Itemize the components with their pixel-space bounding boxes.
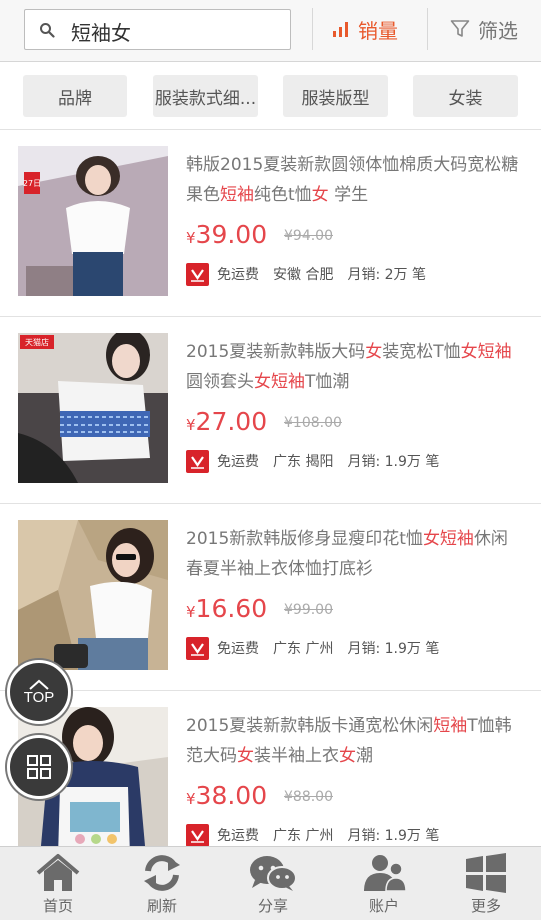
sort-by-sales-button[interactable]: 销量 — [332, 14, 398, 44]
filter-button[interactable]: 筛选 — [450, 14, 518, 44]
chip-fit[interactable]: 服装版型 — [283, 75, 388, 117]
home-icon — [36, 854, 80, 891]
nav-refresh-label: 刷新 — [146, 897, 177, 915]
product-meta: 免运费 安徽 合肥 月销: 2万 笔 — [186, 262, 426, 286]
product-price: ¥27.00 — [186, 407, 268, 436]
search-input[interactable]: 短袖女 — [24, 9, 291, 50]
product-image: 27日 — [18, 146, 168, 296]
monthly-sales: 月销: 2万 笔 — [347, 267, 426, 283]
funnel-icon — [450, 20, 470, 37]
search-query: 短袖女 — [71, 21, 131, 45]
product-meta: 免运费 广东 揭阳 月销: 1.9万 笔 — [186, 449, 439, 473]
product-title[interactable]: 2015夏装新款韩版卡通宽松休闲短袖T恤韩范大码女装半袖上衣女潮 — [186, 711, 522, 771]
product-item[interactable]: 27日 韩版2015夏装新款圆领体恤棉质大码宽松糖果色短袖纯色t恤女 学生 ¥3… — [0, 130, 541, 317]
location: 广东 广州 — [273, 641, 334, 657]
bar-chart-icon — [333, 22, 348, 37]
category-chips: 品牌 服装款式细... 服装版型 女装 — [0, 62, 541, 130]
chip-brand[interactable]: 品牌 — [23, 75, 127, 117]
shop-logo-icon — [186, 262, 209, 286]
top-label: TOP — [23, 688, 55, 706]
search-icon — [40, 23, 55, 38]
location: 安徽 合肥 — [273, 267, 334, 283]
original-price: ¥99.00 — [284, 602, 333, 618]
shipping-label: 免运费 — [217, 828, 259, 844]
nav-home-label: 首页 — [42, 897, 73, 915]
image-badge: 27日 — [23, 179, 41, 188]
nav-home[interactable]: 首页 — [18, 853, 98, 919]
product-image: 天猫店 — [18, 333, 168, 483]
shop-logo-icon — [186, 823, 209, 847]
product-title[interactable]: 韩版2015夏装新款圆领体恤棉质大码宽松糖果色短袖纯色t恤女 学生 — [186, 150, 522, 210]
nav-more-label: 更多 — [470, 897, 501, 915]
product-price: ¥39.00 — [186, 220, 268, 249]
divider — [427, 8, 428, 50]
location: 广东 揭阳 — [273, 454, 334, 470]
location: 广东 广州 — [273, 828, 334, 844]
nav-refresh[interactable]: 刷新 — [122, 853, 202, 919]
product-meta: 免运费 广东 广州 月销: 1.9万 笔 — [186, 636, 439, 660]
shop-logo-icon — [186, 449, 209, 473]
nav-account[interactable]: 账户 — [344, 853, 424, 919]
filter-label: 筛选 — [478, 18, 518, 43]
nav-more[interactable]: 更多 — [446, 853, 526, 919]
product-title[interactable]: 2015夏装新款韩版大码女装宽松T恤女短袖圆领套头女短袖T恤潮 — [186, 337, 522, 397]
shop-logo-icon — [186, 636, 209, 660]
product-image — [18, 520, 168, 670]
page: 短袖女 销量 筛选 品牌 服装款式细... 服装版型 女装 27日 韩版2015… — [0, 0, 541, 920]
product-meta: 免运费 广东 广州 月销: 1.9万 笔 — [186, 823, 439, 847]
original-price: ¥94.00 — [284, 228, 333, 244]
monthly-sales: 月销: 1.9万 笔 — [347, 828, 440, 844]
nav-share-label: 分享 — [257, 897, 288, 915]
nav-account-label: 账户 — [368, 897, 399, 915]
user-group-icon — [364, 855, 407, 892]
monthly-sales: 月销: 1.9万 笔 — [347, 641, 440, 657]
back-to-top-button[interactable]: TOP — [7, 660, 71, 724]
chip-womenswear[interactable]: 女装 — [413, 75, 518, 117]
product-item[interactable]: 2015新款韩版修身显瘦印花t恤女短袖休闲春夏半袖上衣体恤打底衫 ¥16.60 … — [0, 504, 541, 691]
original-price: ¥88.00 — [284, 789, 333, 805]
wechat-icon — [250, 856, 297, 891]
grid-view-button[interactable] — [7, 735, 71, 799]
original-price: ¥108.00 — [284, 415, 342, 431]
product-title[interactable]: 2015新款韩版修身显瘦印花t恤女短袖休闲春夏半袖上衣体恤打底衫 — [186, 524, 522, 584]
windows-icon — [466, 853, 506, 893]
nav-share[interactable]: 分享 — [233, 853, 313, 919]
shipping-label: 免运费 — [217, 267, 259, 283]
product-price: ¥16.60 — [186, 594, 268, 623]
shipping-label: 免运费 — [217, 641, 259, 657]
refresh-icon — [144, 855, 180, 891]
bottom-navigation: 首页 刷新 分享 账户 更多 — [0, 846, 541, 920]
sort-sales-label: 销量 — [358, 18, 398, 43]
chip-style-detail[interactable]: 服装款式细... — [153, 75, 258, 117]
product-item[interactable]: 天猫店 2015夏装新款韩版大码女装宽松T恤女短袖圆领套头女短袖T恤潮 ¥27.… — [0, 317, 541, 504]
grid-icon — [27, 755, 51, 779]
image-badge: 天猫店 — [25, 337, 49, 347]
product-price: ¥38.00 — [186, 781, 268, 810]
top-bar: 短袖女 销量 筛选 — [0, 0, 541, 62]
divider — [312, 8, 313, 50]
monthly-sales: 月销: 1.9万 笔 — [347, 454, 440, 470]
shipping-label: 免运费 — [217, 454, 259, 470]
